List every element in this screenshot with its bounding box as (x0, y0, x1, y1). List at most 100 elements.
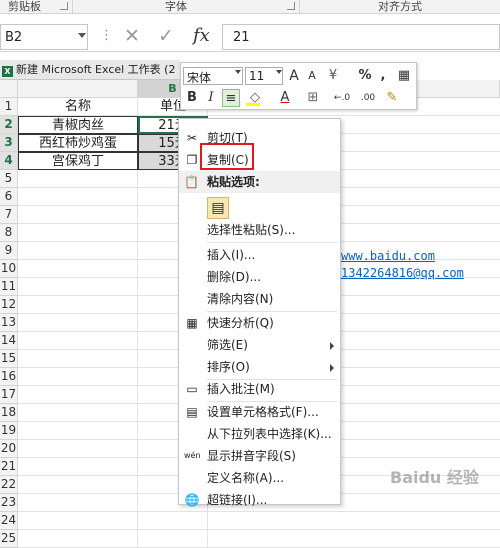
cell-a1[interactable]: 名称 (18, 98, 138, 116)
menu-item-sort[interactable]: 排序(O) (179, 356, 342, 378)
row-header[interactable]: 22 (0, 476, 18, 494)
more-icon[interactable]: ⋮ (100, 28, 113, 43)
submenu-arrow-icon (330, 364, 334, 372)
shrink-font-button[interactable]: A (304, 67, 320, 85)
grid-row-line (18, 511, 500, 512)
row-header[interactable]: 20 (0, 440, 18, 458)
row-header[interactable]: 10 (0, 260, 18, 278)
font-launcher-icon[interactable] (287, 2, 295, 10)
menu-label-clear: 清除内容(N) (207, 292, 274, 306)
paste-options-label: 粘贴选项: (207, 175, 260, 189)
format-painter-icon[interactable]: ▦ (395, 67, 413, 85)
quick-analysis-icon: ▦ (186, 316, 198, 330)
row-header[interactable]: 24 (0, 512, 18, 530)
menu-label-delete: 删除(D)... (207, 270, 262, 284)
row-header[interactable]: 25 (0, 530, 18, 548)
font-dropdown-icon[interactable] (235, 70, 241, 74)
borders-icon[interactable]: ⊞ (304, 89, 322, 107)
formula-input[interactable]: 21 (222, 24, 500, 50)
menu-item-pick-from-list[interactable]: 从下拉列表中选择(K)... (179, 423, 342, 445)
cell-a3[interactable]: 西红柿炒鸡蛋 (18, 134, 138, 152)
italic-button[interactable]: I (203, 89, 219, 107)
row-header[interactable]: 23 (0, 494, 18, 512)
align-center-button[interactable]: ≡ (222, 89, 240, 107)
link-baidu[interactable]: www.baidu.com (341, 249, 435, 263)
fill-color-icon[interactable]: ◇ (244, 89, 266, 107)
font-color-button[interactable]: A (274, 89, 296, 107)
cancel-icon[interactable]: ✕ (124, 25, 140, 49)
row-header[interactable]: 9 (0, 242, 18, 260)
cell-a4[interactable]: 宫保鸡丁 (18, 152, 138, 170)
row-header[interactable]: 14 (0, 332, 18, 350)
globe-icon: 🌐 (184, 493, 200, 507)
increase-decimal-button[interactable]: ←.0 (330, 89, 354, 107)
menu-item-filter[interactable]: 筛选(E) (179, 334, 342, 356)
size-dropdown-icon[interactable] (276, 70, 282, 74)
comment-icon: ▭ (186, 382, 198, 396)
row-header[interactable]: 21 (0, 458, 18, 476)
row-header[interactable]: 17 (0, 386, 18, 404)
row-header[interactable]: 16 (0, 368, 18, 386)
watermark: Baidu 经验 (390, 468, 479, 487)
copy-highlight-box (200, 143, 254, 170)
menu-item-define-name[interactable]: 定义名称(A)... (179, 467, 342, 489)
row-header[interactable]: 3 (0, 134, 18, 152)
menu-label-quick-analysis: 快速分析(Q) (207, 316, 274, 330)
name-box-dropdown-icon[interactable] (78, 33, 86, 38)
row-header[interactable]: 1 (0, 98, 18, 116)
cell-a2[interactable]: 青椒肉丝 (18, 116, 138, 134)
menu-label-filter: 筛选(E) (207, 338, 248, 352)
comma-button[interactable]: , (377, 67, 389, 85)
grow-font-button[interactable]: A (286, 67, 302, 85)
row-header[interactable]: 12 (0, 296, 18, 314)
select-all-corner[interactable] (0, 80, 18, 98)
menu-item-phonetic[interactable]: wén 显示拼音字段(S) (179, 445, 342, 467)
currency-button[interactable]: ¥ (324, 67, 342, 85)
row-header[interactable]: 15 (0, 350, 18, 368)
menu-item-hyperlink[interactable]: 🌐 超链接(I)... (179, 489, 342, 511)
row-header[interactable]: 6 (0, 188, 18, 206)
row-header[interactable]: 5 (0, 170, 18, 188)
row-header[interactable]: 13 (0, 314, 18, 332)
clipboard-launcher-icon[interactable] (60, 2, 68, 10)
ribbon-separator (299, 0, 300, 14)
bold-button[interactable]: B (184, 89, 200, 107)
menu-separator (207, 242, 337, 243)
menu-label-insert-comment: 插入批注(M) (207, 382, 275, 396)
row-header[interactable]: 4 (0, 152, 18, 170)
link-email[interactable]: 1342264816@qq.com (341, 266, 464, 280)
decrease-decimal-button[interactable]: .00 (356, 89, 380, 107)
menu-label-phonetic: 显示拼音字段(S) (207, 449, 296, 463)
ribbon-group-bar: 剪贴板 字体 对齐方式 (0, 0, 500, 14)
menu-item-format-cells[interactable]: ▤ 设置单元格格式(F)... (179, 401, 342, 423)
name-box[interactable]: B2 (0, 24, 88, 50)
row-header[interactable]: 7 (0, 206, 18, 224)
row-header[interactable]: 19 (0, 422, 18, 440)
menu-item-paste-special[interactable]: 选择性粘贴(S)... (179, 219, 342, 241)
scissors-icon: ✂ (186, 131, 198, 145)
row-header[interactable]: 2 (0, 116, 18, 134)
column-header-a[interactable] (18, 80, 138, 98)
paste-icon[interactable]: ▤ (207, 197, 229, 219)
font-name-box[interactable]: 宋体 (183, 67, 243, 85)
menu-item-clear[interactable]: 清除内容(N) (179, 288, 342, 310)
insert-function-button[interactable]: fx (193, 25, 210, 46)
clipboard-icon: 📋 (184, 175, 199, 189)
menu-item-insert-comment[interactable]: ▭ 插入批注(M) (179, 378, 342, 400)
menu-item-quick-analysis[interactable]: ▦ 快速分析(Q) (179, 312, 342, 334)
menu-label-paste-special: 选择性粘贴(S)... (207, 223, 296, 237)
menu-item-delete[interactable]: 删除(D)... (179, 266, 342, 288)
row-header[interactable]: 18 (0, 404, 18, 422)
paint-brush-icon[interactable]: ✎ (383, 89, 401, 107)
row-header[interactable]: 8 (0, 224, 18, 242)
enter-icon[interactable]: ✓ (158, 25, 174, 49)
submenu-arrow-icon (330, 342, 334, 350)
workbook-title: X 新建 Microsoft Excel 工作表 (2 (0, 60, 180, 80)
context-menu: ✂ 剪切(T) ❐ 复制(C) 📋 粘贴选项: ▤ 选择性粘贴(S)... 插入(I)… (178, 118, 342, 507)
row-header[interactable]: 11 (0, 278, 18, 296)
percent-button[interactable]: % (357, 67, 373, 85)
menu-item-insert[interactable]: 插入(I)... (179, 244, 342, 266)
menu-label-pick-from-list: 从下拉列表中选择(K)... (207, 427, 332, 441)
ribbon-separator (72, 0, 73, 14)
menu-label-format-cells: 设置单元格格式(F)... (207, 405, 319, 419)
